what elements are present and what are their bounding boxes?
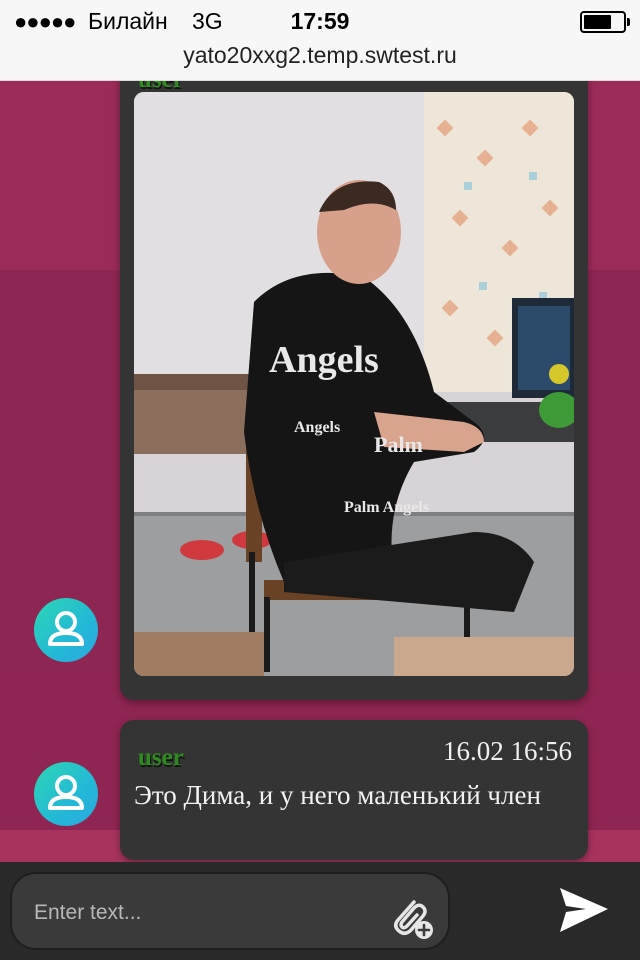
address-bar-url[interactable]: yato20xxg2.temp.swtest.ru (0, 42, 640, 69)
message-username[interactable]: user (138, 744, 184, 772)
chat-message: user 16.02 16:56 Это Дима, и у него мале… (120, 720, 588, 860)
message-input-container (10, 872, 450, 950)
svg-text:Angels: Angels (269, 339, 379, 381)
svg-text:Palm Angels: Palm Angels (344, 499, 429, 516)
paperclip-plus-icon (394, 900, 433, 939)
send-button[interactable] (556, 882, 612, 938)
clock: 17:59 (290, 8, 350, 34)
svg-text:Palm: Palm (374, 432, 423, 457)
user-icon (48, 775, 84, 810)
user-avatar[interactable] (34, 762, 98, 826)
message-input[interactable] (32, 892, 376, 934)
send-icon (560, 888, 608, 932)
user-icon (48, 611, 84, 646)
message-timestamp: 16.02 16:56 (442, 736, 572, 766)
attach-button[interactable] (384, 890, 436, 942)
message-photo[interactable]: Angels Angels Palm Palm Angels (134, 92, 574, 676)
user-avatar[interactable] (34, 598, 98, 662)
photo-image: Angels Angels Palm Palm Angels (134, 92, 574, 676)
battery-icon (580, 11, 630, 33)
battery-nub (627, 18, 630, 26)
svg-text:Angels: Angels (294, 419, 340, 436)
chat-message: user 16.02 16:55 (120, 40, 588, 700)
message-text: Это Дима, и у него маленький член (134, 780, 541, 810)
battery-fill (584, 15, 611, 29)
composer-bar (0, 862, 640, 960)
status-bar: ●●●●● Билайн 3G 17:59 yato20xxg2.temp.sw… (0, 0, 640, 81)
